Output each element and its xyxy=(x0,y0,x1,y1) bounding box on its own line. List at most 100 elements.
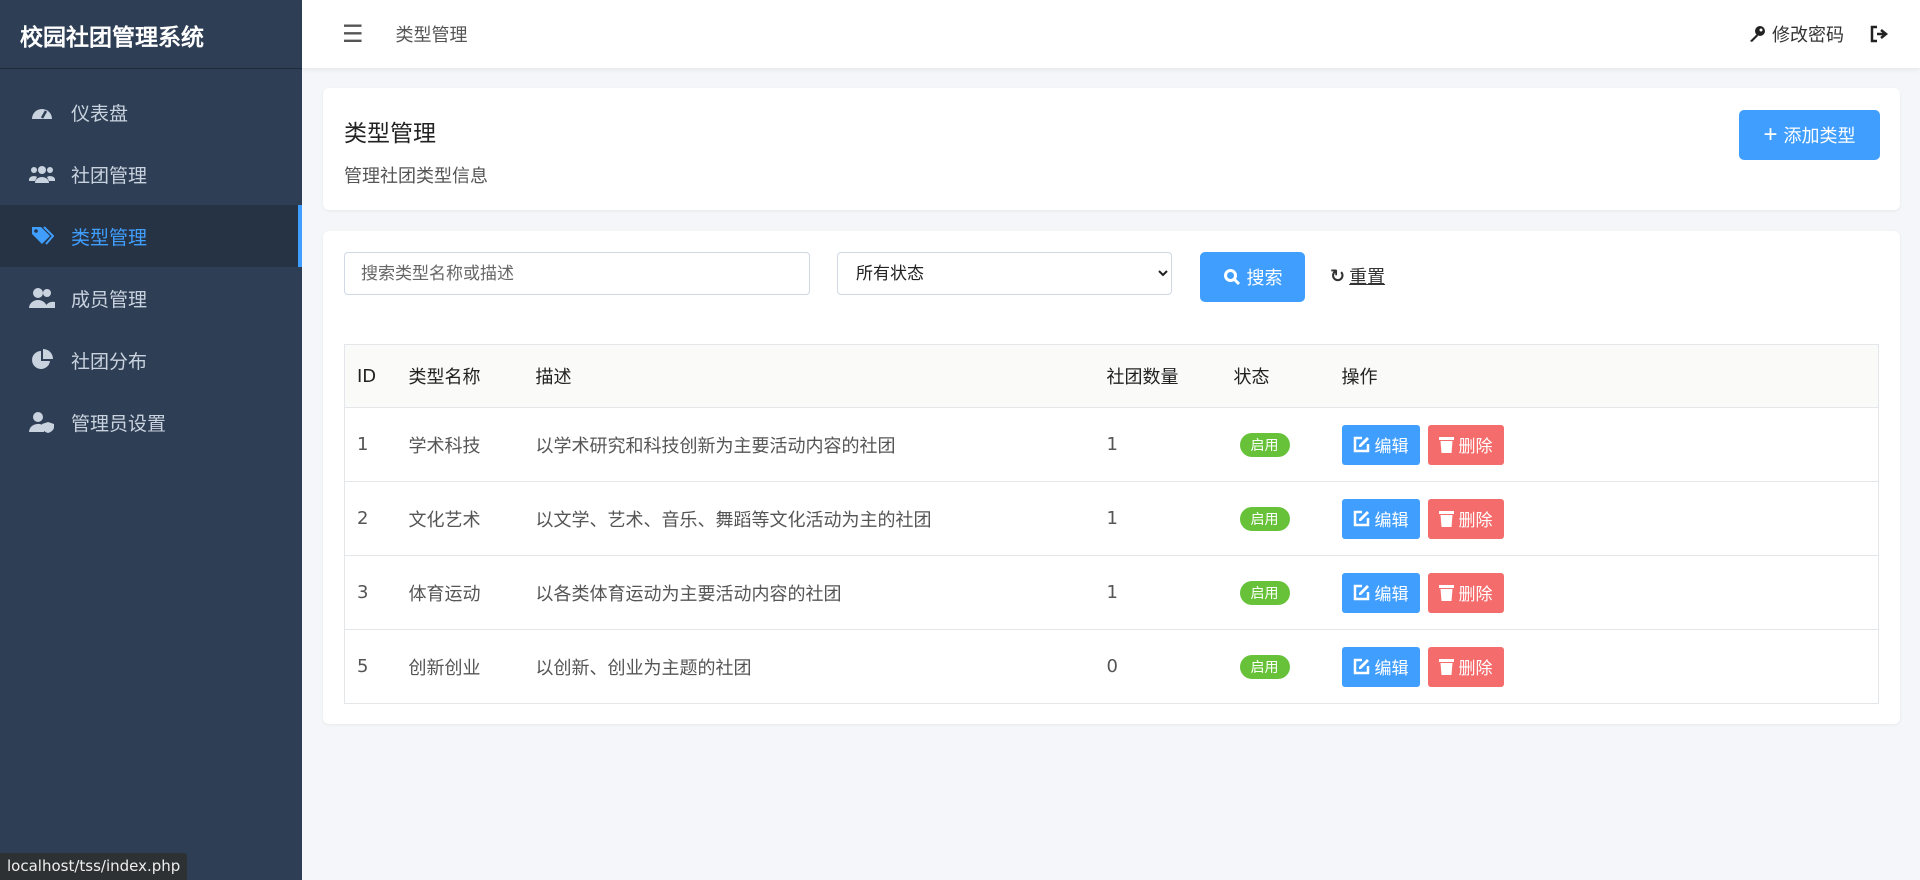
sidebar-menu: 仪表盘社团管理类型管理成员管理社团分布管理员设置 xyxy=(0,81,302,453)
breadcrumb: 类型管理 xyxy=(395,25,468,46)
sidebar-item-1[interactable]: 社团管理 xyxy=(0,143,302,205)
cell-status: 启用 xyxy=(1221,629,1330,704)
edit-label: 编辑 xyxy=(1374,511,1409,530)
cell-id: 1 xyxy=(344,407,397,482)
table-row: 2 文化艺术 以文学、艺术、音乐、舞蹈等文化活动为主的社团 1 启用 编辑 删除 xyxy=(344,481,1879,556)
types-table: ID 类型名称 描述 社团数量 状态 操作 1 学术科技 以学术研究和科技创新为主要活动内容的… xyxy=(344,344,1879,704)
search-button[interactable]: 搜索 xyxy=(1200,252,1305,302)
trash-icon xyxy=(1438,585,1454,601)
page-header-card: 类型管理 管理社团类型信息 + 添加类型 xyxy=(323,88,1900,210)
edit-button[interactable]: 编辑 xyxy=(1341,498,1420,539)
delete-button[interactable]: 删除 xyxy=(1427,424,1504,465)
table-row: 3 体育运动 以各类体育运动为主要活动内容的社团 1 启用 编辑 删除 xyxy=(344,555,1879,630)
edit-icon xyxy=(1353,436,1369,453)
sidebar-item-3[interactable]: 成员管理 xyxy=(0,267,302,329)
type-list-card: 所有状态 搜索 ↻重置 ID类型名称描述社团数量状态操作 1学术科技以学术研究和… xyxy=(323,231,1900,724)
column-header: 社团数量 xyxy=(1094,344,1222,408)
cell-count: 1 xyxy=(1094,555,1222,630)
sidebar-item-label: 社团管理 xyxy=(71,164,148,187)
cell-name: 创新创业 xyxy=(396,629,524,704)
tags-icon xyxy=(27,223,57,249)
add-type-label: 添加类型 xyxy=(1783,126,1856,146)
sidebar-item-label: 仪表盘 xyxy=(71,102,129,125)
browser-status-url: localhost/tss/index.php xyxy=(0,853,188,880)
cell-count: 0 xyxy=(1094,629,1222,704)
dashboard-icon xyxy=(27,99,57,125)
delete-button[interactable]: 删除 xyxy=(1427,646,1504,687)
sidebar-item-5[interactable]: 管理员设置 xyxy=(0,391,302,453)
page-title: 类型管理 xyxy=(344,121,436,147)
delete-label: 删除 xyxy=(1458,659,1493,678)
edit-button[interactable]: 编辑 xyxy=(1341,646,1420,687)
cell-status: 启用 xyxy=(1221,481,1330,556)
user-friends-icon xyxy=(27,285,57,311)
column-header: 状态 xyxy=(1221,344,1330,408)
edit-icon xyxy=(1353,584,1369,601)
delete-label: 删除 xyxy=(1458,511,1493,530)
edit-label: 编辑 xyxy=(1374,437,1409,456)
edit-icon xyxy=(1353,658,1369,675)
trash-icon xyxy=(1438,511,1454,527)
status-select[interactable]: 所有状态 xyxy=(837,252,1172,295)
cell-actions: 编辑 删除 xyxy=(1329,629,1879,704)
cell-name: 学术科技 xyxy=(396,407,524,482)
reset-label: 重置 xyxy=(1349,267,1386,288)
redo-icon: ↻ xyxy=(1330,265,1346,287)
sidebar-item-label: 社团分布 xyxy=(71,350,148,373)
cell-name: 文化艺术 xyxy=(396,481,524,556)
delete-label: 删除 xyxy=(1458,585,1493,604)
change-password-label: 修改密码 xyxy=(1772,25,1844,46)
pie-chart-icon xyxy=(27,347,57,373)
trash-icon xyxy=(1438,659,1454,675)
cell-actions: 编辑 删除 xyxy=(1329,407,1879,482)
cell-id: 2 xyxy=(344,481,397,556)
change-password-link[interactable]: 修改密码 xyxy=(1748,21,1844,47)
cell-desc: 以文学、艺术、音乐、舞蹈等文化活动为主的社团 xyxy=(523,481,1095,556)
sidebar-item-4[interactable]: 社团分布 xyxy=(0,329,302,391)
status-badge: 启用 xyxy=(1239,580,1290,605)
cell-desc: 以各类体育运动为主要活动内容的社团 xyxy=(523,555,1095,630)
column-header: 描述 xyxy=(523,344,1095,408)
cell-desc: 以创新、创业为主题的社团 xyxy=(523,629,1095,704)
edit-icon xyxy=(1353,510,1369,527)
users-icon xyxy=(27,161,57,187)
key-icon xyxy=(1750,26,1765,42)
edit-button[interactable]: 编辑 xyxy=(1341,572,1420,613)
cell-actions: 编辑 删除 xyxy=(1329,481,1879,556)
sidebar-item-label: 类型管理 xyxy=(71,226,148,249)
reset-button[interactable]: ↻ 重置 xyxy=(1330,263,1385,289)
cell-count: 1 xyxy=(1094,407,1222,482)
sidebar-item-0[interactable]: 仪表盘 xyxy=(0,81,302,143)
page-subtitle: 管理社团类型信息 xyxy=(344,166,488,187)
column-header: 操作 xyxy=(1329,344,1879,408)
plus-icon: + xyxy=(1763,121,1778,148)
logout-icon[interactable] xyxy=(1870,25,1890,43)
table-row: 1 学术科技 以学术研究和科技创新为主要活动内容的社团 1 启用 编辑 删除 xyxy=(344,407,1879,482)
sidebar-item-label: 成员管理 xyxy=(71,288,148,311)
menu-toggle-icon[interactable]: ☰ xyxy=(342,20,364,48)
cell-count: 1 xyxy=(1094,481,1222,556)
table-row: 5 创新创业 以创新、创业为主题的社团 0 启用 编辑 删除 xyxy=(344,629,1879,704)
delete-label: 删除 xyxy=(1458,437,1493,456)
edit-label: 编辑 xyxy=(1374,585,1409,604)
search-label: 搜索 xyxy=(1246,268,1283,288)
cell-id: 5 xyxy=(344,629,397,704)
app-title: 校园社团管理系统 xyxy=(0,0,302,69)
cell-id: 3 xyxy=(344,555,397,630)
delete-button[interactable]: 删除 xyxy=(1427,572,1504,613)
sidebar-item-2[interactable]: 类型管理 xyxy=(0,205,302,267)
edit-button[interactable]: 编辑 xyxy=(1341,424,1420,465)
sidebar: 校园社团管理系统 仪表盘社团管理类型管理成员管理社团分布管理员设置 xyxy=(0,0,302,880)
search-input[interactable] xyxy=(344,252,810,295)
column-header: 类型名称 xyxy=(396,344,524,408)
cell-status: 启用 xyxy=(1221,555,1330,630)
edit-label: 编辑 xyxy=(1374,659,1409,678)
column-header: ID xyxy=(344,344,397,408)
add-type-button[interactable]: + 添加类型 xyxy=(1739,110,1880,160)
user-shield-icon xyxy=(27,409,57,435)
sidebar-item-label: 管理员设置 xyxy=(71,412,167,435)
cell-name: 体育运动 xyxy=(396,555,524,630)
trash-icon xyxy=(1438,437,1454,453)
cell-actions: 编辑 删除 xyxy=(1329,555,1879,630)
delete-button[interactable]: 删除 xyxy=(1427,498,1504,539)
